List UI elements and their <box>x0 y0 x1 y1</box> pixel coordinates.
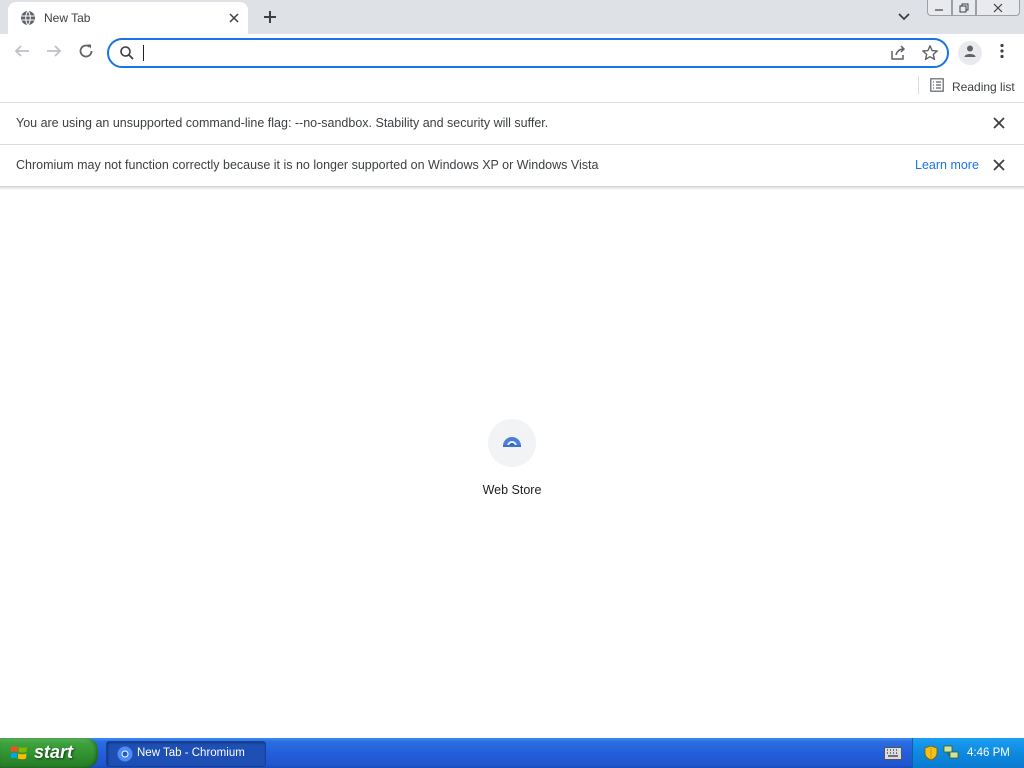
tab-title: New Tab <box>44 11 91 25</box>
shortcut-tile <box>488 419 536 467</box>
reload-icon <box>78 43 94 64</box>
menu-button[interactable] <box>992 41 1012 65</box>
content-shadow <box>0 186 1024 190</box>
reading-list-button[interactable]: Reading list <box>930 77 1015 97</box>
windows-logo-icon <box>10 744 28 762</box>
reload-button[interactable] <box>74 41 98 65</box>
bookmarks-bar: Reading list <box>0 72 1024 103</box>
star-icon[interactable] <box>921 44 939 62</box>
person-icon <box>962 43 978 64</box>
toolbar <box>0 34 1024 72</box>
globe-icon <box>20 10 36 26</box>
more-vert-icon <box>1000 43 1004 64</box>
shortcut-label: Web Store <box>482 483 542 497</box>
taskbar-item-chromium[interactable]: New Tab - Chromium <box>106 741 266 767</box>
taskbar: start New Tab - Chromium 4:46 PM <box>0 738 1024 768</box>
back-button[interactable] <box>10 41 34 65</box>
infobar-unsupported-os: Chromium may not function correctly beca… <box>0 145 1024 187</box>
infobar-sandbox-warning: You are using an unsupported command-lin… <box>0 103 1024 145</box>
start-button[interactable]: start <box>0 738 98 768</box>
security-shield-icon[interactable] <box>923 745 939 761</box>
close-icon[interactable] <box>224 8 244 28</box>
window-controls <box>927 0 1020 17</box>
web-store-icon <box>501 434 523 453</box>
text-caret <box>143 45 144 61</box>
tab-new-tab[interactable]: New Tab <box>8 2 248 34</box>
forward-button[interactable] <box>42 41 66 65</box>
restore-button[interactable] <box>951 0 977 16</box>
keyboard-icon[interactable] <box>884 747 902 760</box>
learn-more-link[interactable]: Learn more <box>915 158 979 172</box>
window-close-button[interactable] <box>976 0 1020 16</box>
new-tab-button[interactable] <box>258 6 282 28</box>
clock: 4:46 PM <box>967 747 1010 759</box>
system-tray: 4:46 PM <box>912 738 1024 768</box>
arrow-right-icon <box>46 43 62 64</box>
start-label: start <box>34 742 74 762</box>
close-icon[interactable] <box>990 114 1008 132</box>
minimize-button[interactable] <box>927 0 952 16</box>
chevron-down-icon[interactable] <box>894 8 914 26</box>
network-icon[interactable] <box>943 744 959 760</box>
chromium-icon <box>117 746 133 762</box>
share-icon[interactable] <box>889 44 907 62</box>
arrow-left-icon <box>14 43 30 64</box>
bookmarks-separator <box>918 76 919 94</box>
taskbar-item-label: New Tab - Chromium <box>137 747 245 759</box>
address-bar[interactable] <box>107 38 949 68</box>
reading-list-icon <box>930 77 944 97</box>
tab-strip: New Tab <box>0 0 1024 34</box>
infobar-message: You are using an unsupported command-lin… <box>16 116 549 130</box>
search-icon <box>119 45 135 61</box>
profile-button[interactable] <box>958 41 982 65</box>
infobar-message: Chromium may not function correctly beca… <box>16 158 599 172</box>
shortcut-web-store[interactable]: Web Store <box>472 418 552 502</box>
reading-list-label: Reading list <box>952 80 1015 94</box>
close-icon[interactable] <box>990 156 1008 174</box>
address-input[interactable] <box>143 43 863 63</box>
